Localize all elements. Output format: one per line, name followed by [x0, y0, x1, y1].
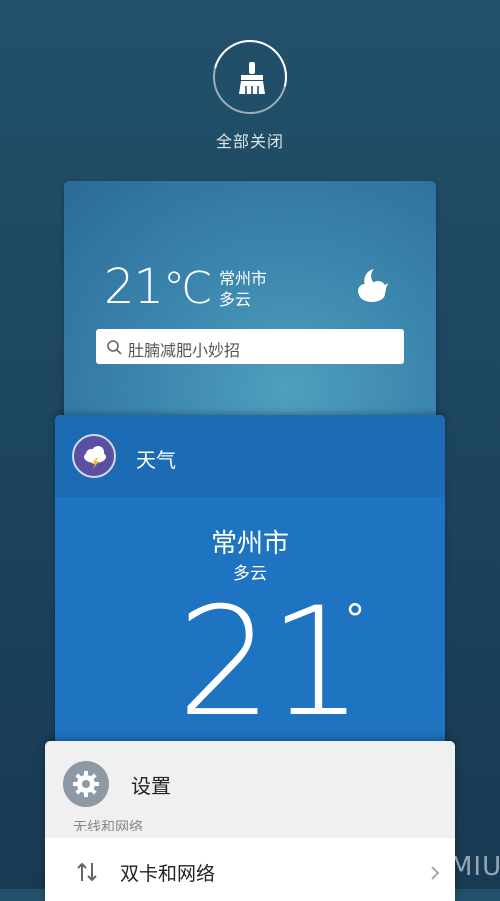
weather-city: 常州市: [210, 529, 289, 559]
widget-condition: 多云: [219, 290, 252, 309]
section-header: 无线和网络: [73, 820, 143, 831]
weather-app-name: 天气: [136, 448, 176, 472]
widget-temperature: 21℃: [104, 259, 213, 315]
moon-cloud-icon: [358, 269, 388, 302]
settings-app-card[interactable]: 设置 无线和网络 双卡和网络: [45, 741, 455, 901]
widget-search-bar[interactable]: 肚腩减肥小妙招: [96, 329, 404, 364]
thunder-cloud-icon: [72, 434, 116, 478]
close-all-label: 全部关闭: [215, 132, 284, 151]
degree-symbol: °: [345, 597, 365, 643]
settings-app-name: 设置: [131, 774, 171, 798]
miui-watermark: MIUI: [450, 852, 500, 882]
weather-app-card[interactable]: 天气 常州市 多云 21 °: [55, 415, 445, 775]
chevron-right-icon: [431, 866, 440, 880]
gear-icon: [63, 761, 109, 807]
settings-row-label: 双卡和网络: [120, 863, 216, 885]
weather-widget-card[interactable]: 21℃ 常州市 多云 肚腩减肥小妙招: [64, 181, 436, 441]
weather-temperature: 21: [177, 576, 364, 750]
search-placeholder: 肚腩减肥小妙招: [128, 341, 241, 360]
broom-icon: [239, 62, 265, 94]
search-icon: [107, 340, 122, 355]
data-arrows-icon: [77, 862, 97, 882]
settings-row-dual-sim[interactable]: 双卡和网络: [45, 838, 455, 901]
close-all-button[interactable]: [213, 40, 287, 114]
weather-app-header: 天气: [55, 415, 445, 497]
